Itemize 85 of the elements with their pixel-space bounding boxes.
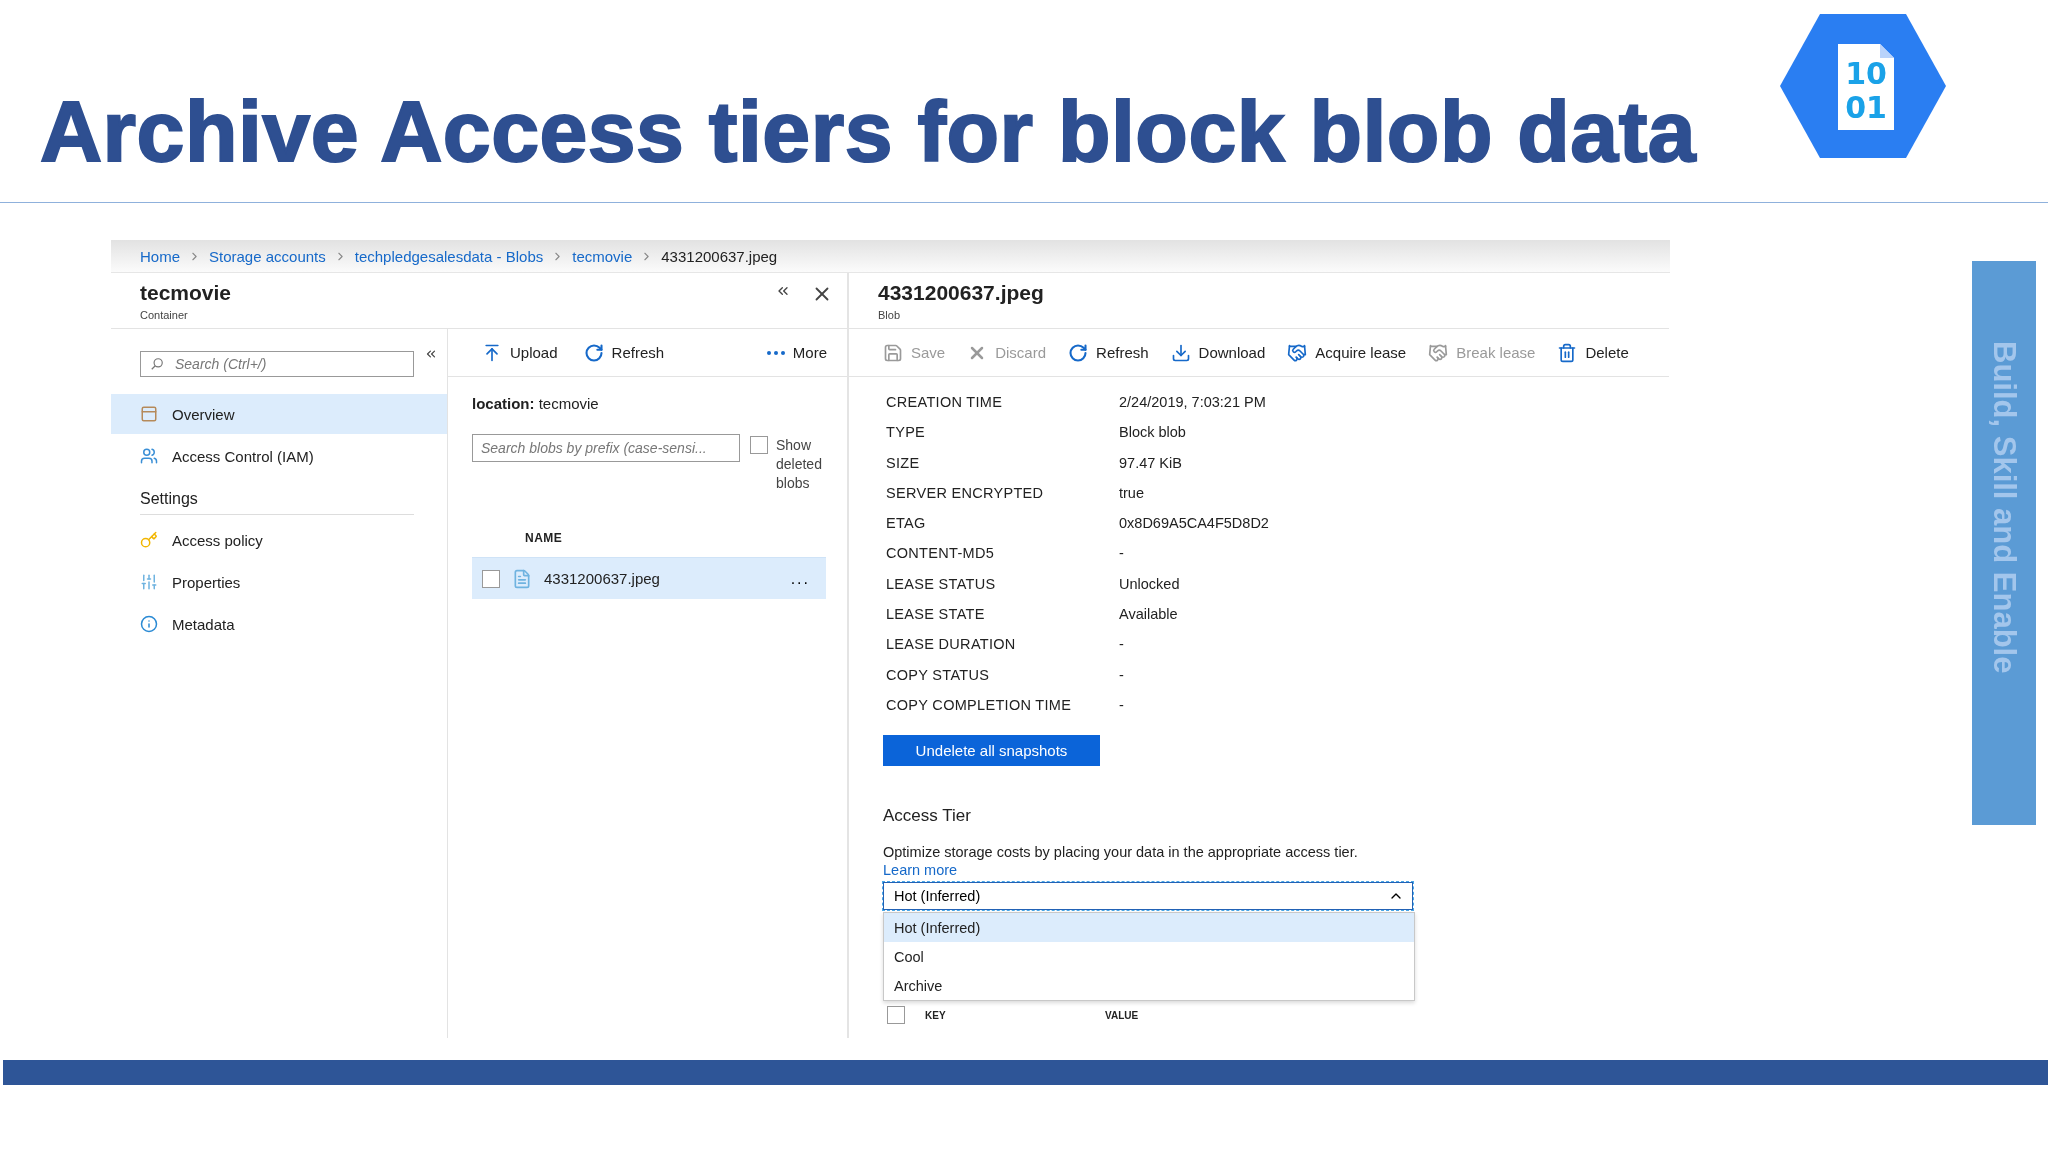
blob-logo: 10 01 [1778, 12, 1948, 160]
save-icon [883, 342, 903, 363]
property-label: ETAG [886, 514, 927, 534]
more-button[interactable]: ... [790, 569, 810, 588]
handshake-icon [1287, 342, 1308, 363]
breadcrumb-link[interactable]: Storage accounts [209, 247, 326, 265]
upload-icon [482, 342, 502, 363]
section-heading: Settings [140, 490, 414, 515]
checkbox-label: Show deleted blobs [776, 436, 823, 493]
breadcrumb-link[interactable]: Home [140, 247, 180, 265]
property-label: TYPE [886, 423, 927, 443]
checkbox[interactable] [887, 1006, 905, 1025]
column-header: NAME [525, 531, 564, 545]
people-icon [140, 447, 158, 465]
dropdown-option[interactable]: Hot (Inferred) [884, 913, 1414, 943]
property-label: COPY COMPLETION TIME [886, 695, 1073, 715]
tier-dropdown[interactable]: Hot (Inferred) [883, 882, 1413, 911]
side-label: Build, Skill and Enable [1986, 341, 2022, 674]
blade-subtitle: Container [140, 309, 189, 321]
toolbar-button[interactable]: Acquire lease [1287, 342, 1407, 363]
property-value: true [1119, 483, 1145, 503]
file-row[interactable]: 4331200637.jpeg ... [472, 557, 826, 599]
property-label: CONTENT-MD5 [886, 544, 996, 564]
property-value: Block blob [1119, 423, 1187, 443]
property-value: 2/24/2019, 7:03:21 PM [1119, 393, 1267, 412]
checkbox[interactable] [482, 569, 500, 588]
property-value: Unlocked [1119, 574, 1181, 594]
nav-item[interactable]: Access Control (IAM) [111, 436, 447, 476]
toolbar-button[interactable]: More [766, 344, 827, 361]
property-label: SIZE [886, 453, 921, 473]
file-name: 4331200637.jpeg [544, 570, 661, 587]
description-text: Optimize storage costs by placing your data in the appropriate access tier. [883, 844, 1359, 861]
property-label: LEASE STATUS [886, 574, 997, 594]
trash-icon [1557, 342, 1578, 363]
property-value: 0x8D69A5CA4F5D8D2 [1119, 514, 1270, 534]
section-heading: Access Tier [883, 806, 972, 827]
breadcrumb-link[interactable]: techpledgesalesdata - Blobs [354, 247, 544, 265]
column-header: KEY [925, 1009, 947, 1021]
more-icon [766, 350, 785, 355]
checkbox[interactable] [750, 436, 768, 454]
property-value: - [1119, 665, 1125, 685]
property-value: Available [1119, 605, 1179, 625]
dropdown-option[interactable]: Archive [884, 971, 1414, 1001]
handshake-icon [1428, 342, 1449, 363]
property-label: SERVER ENCRYPTED [886, 483, 1045, 503]
property-value: 97.47 KiB [1119, 453, 1183, 473]
property-value: - [1119, 544, 1125, 564]
column-header: VALUE [1105, 1009, 1140, 1021]
download-icon [1170, 342, 1191, 363]
slide-title: Archive Access tiers for block blob data [40, 81, 1697, 181]
toolbar-button[interactable]: Refresh [583, 342, 665, 363]
breadcrumb-link[interactable]: tecmovie [572, 247, 633, 265]
breadcrumb-current[interactable]: 4331200637.jpeg [661, 247, 778, 265]
blade-subtitle: Blob [878, 309, 902, 321]
property-label: LEASE STATE [886, 605, 986, 625]
property-label: LEASE DURATION [886, 635, 1017, 655]
double-chevron-icon [424, 347, 438, 361]
property-label: CREATION TIME [886, 393, 1004, 412]
location-text: location: tecmovie [472, 395, 600, 412]
nav-item[interactable]: Access policy [111, 519, 447, 561]
file-icon [512, 568, 532, 589]
nav-item[interactable]: Overview [111, 394, 447, 434]
toolbar-button[interactable]: Upload [482, 342, 558, 363]
toolbar-button[interactable]: Refresh [1068, 342, 1149, 363]
search-icon [150, 357, 164, 371]
info-icon [140, 615, 158, 633]
refresh-icon [583, 342, 604, 363]
overview-icon [140, 405, 158, 423]
key-icon [140, 531, 158, 549]
dropdown-option[interactable]: Cool [884, 942, 1414, 972]
search-field[interactable]: Search blobs by prefix (case-sensi... [472, 434, 740, 462]
nav-item[interactable]: Properties [111, 561, 447, 603]
undelete-button[interactable]: Undelete all snapshots [883, 735, 1100, 767]
sliders-icon [140, 573, 158, 591]
toolbar-button[interactable]: Delete [1557, 342, 1629, 363]
search-field[interactable]: Search (Ctrl+/) [140, 351, 414, 377]
property-label: COPY STATUS [886, 665, 991, 685]
property-value: - [1119, 635, 1125, 655]
blade-title: 4331200637.jpeg [878, 281, 1044, 305]
nav-item[interactable]: Metadata [111, 603, 447, 645]
property-value: - [1119, 695, 1125, 715]
toolbar-button[interactable]: Download [1170, 342, 1266, 363]
refresh-icon [1068, 342, 1089, 363]
blade-title: tecmovie [140, 281, 232, 305]
learn-more-link[interactable]: Learn more [883, 862, 958, 879]
